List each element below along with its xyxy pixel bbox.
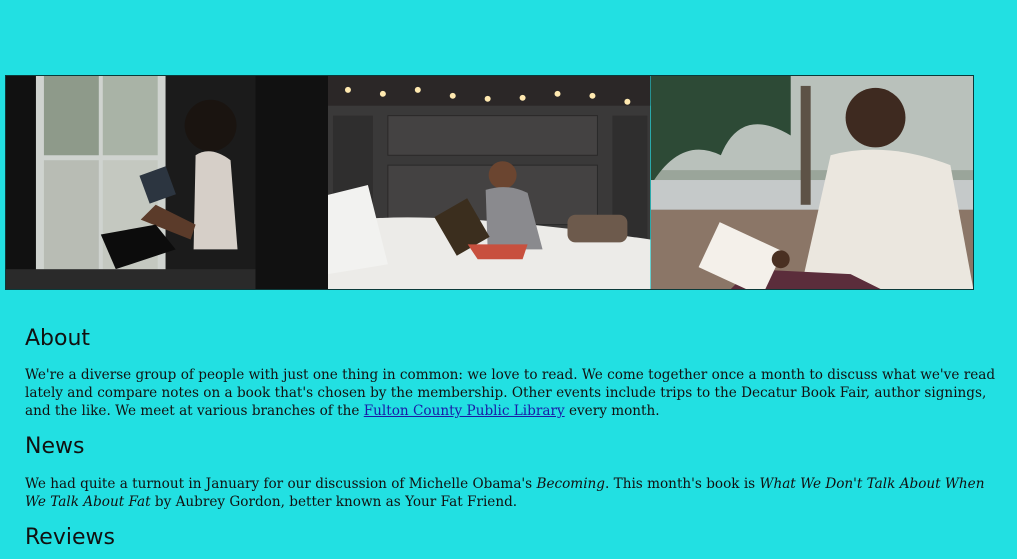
news-heading: News [25,434,85,460]
book-title-becoming: Becoming [536,475,605,492]
news-text-1: We had quite a turnout in January for ou… [25,475,537,492]
about-text-end: every month. [564,403,660,420]
news-paragraph: We had quite a turnout in January for ou… [25,475,1000,511]
hero-image-man-reading [650,76,973,289]
main-content: About We're a diverse group of people wi… [25,326,1000,559]
library-link[interactable]: Fulton County Public Library [364,403,565,419]
hero-photo-strip [5,75,974,290]
hero-image-child-reading [328,76,651,289]
about-paragraph: We're a diverse group of people with jus… [25,366,1000,420]
reviews-heading: Reviews [25,524,115,550]
hero-image-woman-reading [6,76,329,289]
news-text-3: by Aubrey Gordon, better known as Your F… [150,493,518,510]
about-heading: About [25,326,91,351]
news-text-2: . This month's book is [605,475,760,492]
